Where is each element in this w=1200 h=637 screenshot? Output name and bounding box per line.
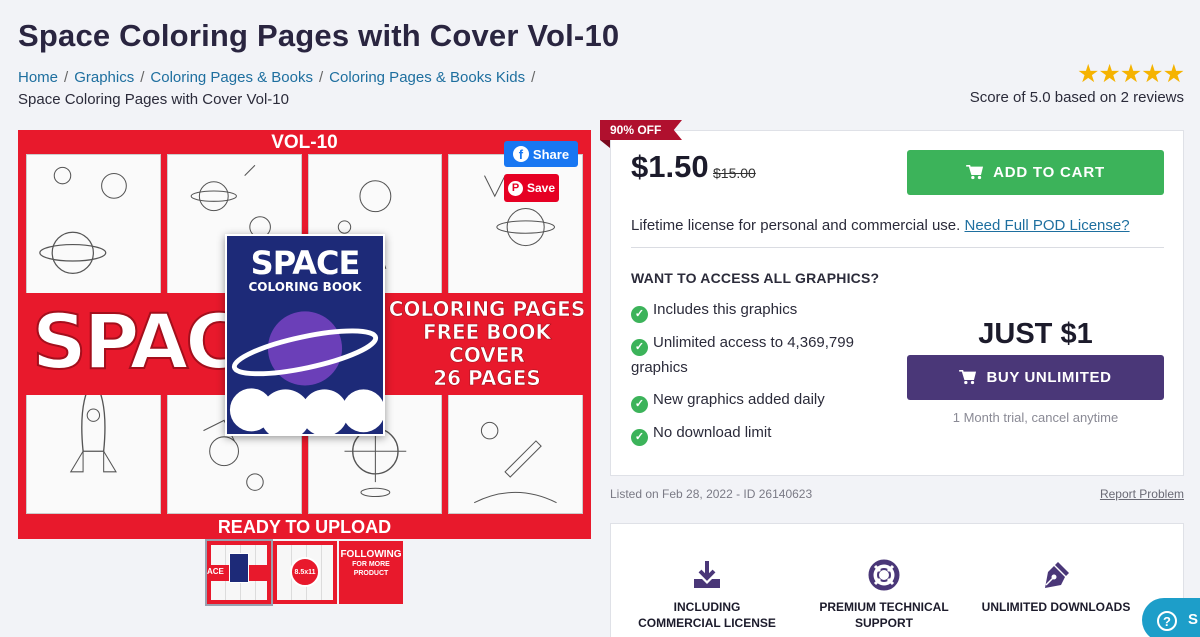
benefit-label: UNLIMITED DOWNLOADS [981, 600, 1131, 614]
full-pod-license-link[interactable]: Need Full POD License? [965, 217, 1130, 234]
download-icon [694, 561, 720, 588]
thumbnail-book [229, 553, 249, 583]
image-banner-text: COLORING PAGES FREE BOOK COVER 26 PAGES [388, 297, 586, 390]
help-chat-button[interactable]: ? S [1142, 598, 1200, 637]
breadcrumb-coloring-pages-books[interactable]: Coloring Pages & Books [150, 69, 313, 86]
unlimited-price: JUST $1 [978, 318, 1093, 350]
feature-item: ✓ Unlimited access to 4,369,799 graphics [631, 331, 891, 380]
report-problem-link[interactable]: Report Problem [1100, 487, 1184, 501]
rating-summary[interactable]: ★★★★★ Score of 5.0 based on 2 reviews [969, 60, 1185, 107]
breadcrumb-separator: / [64, 69, 69, 86]
banner-line: FREE BOOK COVER [422, 320, 552, 367]
facebook-icon: f [512, 146, 529, 162]
image-footer-label: READY TO UPLOAD [217, 517, 392, 537]
share-label: Share [532, 146, 570, 162]
trial-note: 1 Month trial, cancel anytime [952, 410, 1119, 425]
check-icon: ✓ [631, 428, 648, 446]
help-chat-label: S [1188, 611, 1199, 628]
thumbnail-follow-text: FOLLOWING FOR MORE PRODUCT [339, 549, 403, 578]
pinterest-icon: P [507, 180, 523, 196]
facebook-share-button[interactable]: f Share [504, 141, 578, 167]
current-price: $1.50 [631, 149, 709, 184]
breadcrumb-graphics[interactable]: Graphics [74, 69, 134, 86]
feature-item: ✓ Includes this graphics [631, 298, 891, 323]
discount-badge-fold [600, 140, 610, 148]
benefit-label: INCLUDING COMMERCIAL LICENSE [638, 600, 776, 630]
thumbnail-1[interactable]: ACE [205, 539, 273, 606]
unlimited-heading: WANT TO ACCESS ALL GRAPHICS? [631, 270, 880, 286]
breadcrumb-separator: / [140, 69, 145, 86]
check-icon: ✓ [631, 338, 648, 356]
benefit-unlimited-downloads: UNLIMITED DOWNLOADS [981, 559, 1131, 615]
thumbnail-text: ACE [207, 567, 224, 576]
benefit-technical-support: PREMIUM TECHNICAL SUPPORT [809, 559, 959, 631]
breadcrumb-coloring-pages-books-kids[interactable]: Coloring Pages & Books Kids [329, 69, 525, 86]
original-price: $15.00 [713, 165, 756, 181]
thumbnail-3[interactable]: FOLLOWING FOR MORE PRODUCT [339, 541, 403, 604]
lifebuoy-icon [868, 559, 900, 591]
check-icon: ✓ [631, 395, 648, 413]
feature-item: ✓ No download limit [631, 421, 891, 446]
license-description: Lifetime license for personal and commer… [631, 217, 961, 234]
breadcrumb-separator: / [531, 69, 536, 86]
thumbnail-2[interactable]: 8.5x11 [273, 541, 337, 604]
feature-label: No download limit [653, 424, 772, 441]
planet-icon [229, 311, 383, 434]
feature-item: ✓ New graphics added daily [631, 388, 891, 413]
benefit-commercial-license: INCLUDING COMMERCIAL LICENSE [632, 559, 782, 631]
breadcrumb-current: Space Coloring Pages with Cover Vol-10 [18, 91, 289, 108]
breadcrumb: Home / Graphics / Coloring Pages & Books / Col… [18, 67, 578, 111]
buy-unlimited-button[interactable]: BUY UNLIMITED [907, 355, 1164, 400]
add-to-cart-button[interactable]: ADD TO CART [907, 150, 1164, 195]
pen-nib-icon [1045, 562, 1069, 588]
feature-label: Unlimited access to 4,369,799 graphics [631, 334, 854, 376]
check-icon: ✓ [631, 305, 648, 323]
book-cover-image: SPACE COLORING BOOK [225, 234, 385, 436]
banner-line: 26 PAGES [433, 366, 541, 390]
book-cover-subtitle: COLORING BOOK [248, 280, 362, 294]
thumbnail-size-badge: 8.5x11 [290, 557, 320, 587]
buy-unlimited-label: BUY UNLIMITED [986, 369, 1112, 386]
discount-badge: 90% OFF [600, 120, 682, 140]
breadcrumb-separator: / [318, 69, 324, 86]
feature-label: Includes this graphics [653, 301, 798, 318]
follow-title: FOLLOWING [340, 549, 402, 560]
cart-icon [959, 370, 977, 385]
follow-subtitle: FOR MORE PRODUCT [352, 561, 390, 577]
add-to-cart-label: ADD TO CART [993, 164, 1105, 181]
star-rating-icon: ★★★★★ [1076, 60, 1185, 88]
rating-score-text: Score of 5.0 based on 2 reviews [969, 89, 1184, 106]
benefit-label: PREMIUM TECHNICAL SUPPORT [819, 600, 949, 630]
save-label: Save [526, 181, 556, 195]
question-icon: ? [1157, 611, 1177, 631]
feature-label: New graphics added daily [653, 391, 825, 408]
page-title: Space Coloring Pages with Cover Vol-10 [18, 18, 620, 53]
pinterest-save-button[interactable]: P Save [504, 174, 559, 202]
thumbnail-strip: ACE 8.5x11 FOLLOWING FOR MORE PRODUCT [205, 539, 403, 606]
book-cover-title: SPACE [250, 244, 361, 282]
banner-line: COLORING PAGES [388, 297, 586, 321]
breadcrumb-home[interactable]: Home [18, 69, 58, 86]
listing-meta: Listed on Feb 28, 2022 - ID 26140623 [610, 487, 813, 501]
divider [631, 247, 1164, 248]
license-text: Lifetime license for personal and commer… [631, 217, 1130, 234]
cart-icon [966, 165, 984, 180]
